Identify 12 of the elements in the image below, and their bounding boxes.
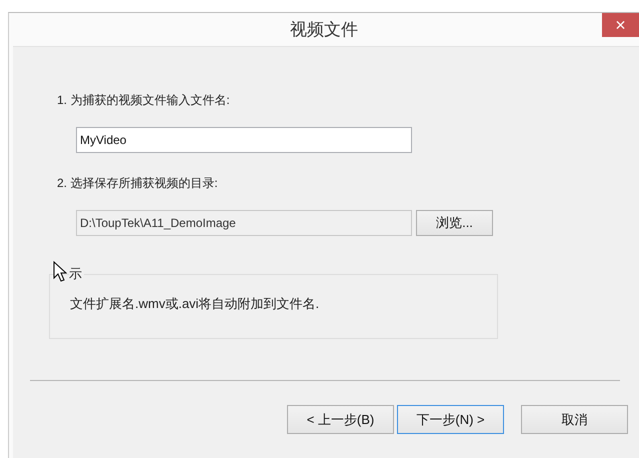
mouse-pointer-icon	[53, 261, 67, 283]
cancel-button[interactable]: 取消	[521, 405, 628, 434]
step-label: 1. 为捕获的视频文件输入文件名:	[57, 92, 231, 109]
file-name-field[interactable]: MyVideo	[76, 127, 412, 153]
group-label: 示	[69, 265, 84, 283]
step-label: 2. 选择保存所捕获视频的目录:	[57, 175, 219, 192]
hint-text: 文件扩展名.wmv或.avi将自动附加到文件名.	[70, 296, 320, 311]
browse-button[interactable]: 浏览...	[416, 210, 493, 236]
back-button[interactable]: < 上一步(B)	[287, 405, 394, 434]
close-button[interactable]: ×	[602, 13, 639, 37]
next-button[interactable]: 下一步(N) >	[397, 405, 504, 434]
window-title: 视频文件	[290, 19, 358, 41]
